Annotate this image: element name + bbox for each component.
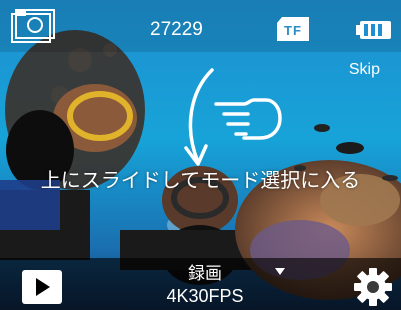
dropdown-caret-icon[interactable] [275,268,285,275]
swipe-hint-text: 上にスライドしてモード選択に入る [40,168,361,192]
mode-resolution: 4K30FPS [166,286,244,306]
tf-card-icon: TF [276,16,310,42]
skip-button[interactable]: Skip [349,61,380,79]
mode-name: 録画 [188,264,222,284]
pointing-hand-icon [214,98,282,140]
photo-counter: 27229 [150,19,203,40]
gear-icon[interactable] [352,266,394,308]
playback-button[interactable] [22,270,62,304]
play-icon [36,278,50,296]
photo-mode-icon[interactable] [10,8,56,44]
mode-selector[interactable]: 録画 4K30FPS [150,264,260,307]
camera-screen: 27229 TF Skip 上にスライドしてモード選択に入る 録画 4K30FP… [0,0,401,310]
battery-icon [356,21,391,39]
tf-card-label: TF [284,22,302,38]
